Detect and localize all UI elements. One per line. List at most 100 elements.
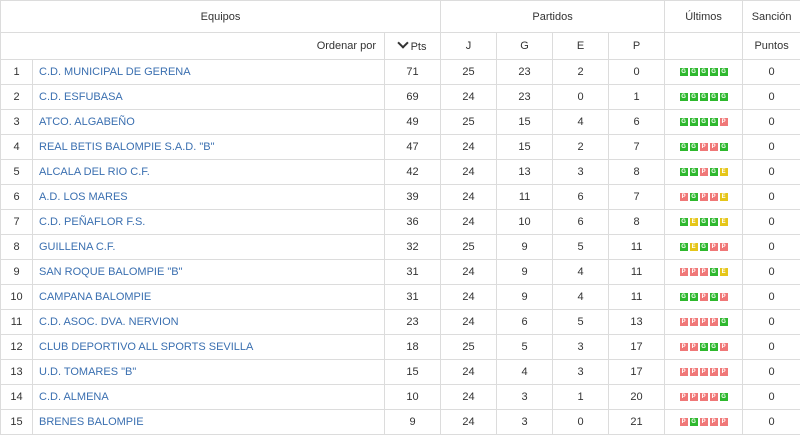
won-cell: 9 [496,234,554,260]
result-badge: G [689,168,698,177]
points-cell: 18 [383,334,442,360]
position-cell: 4 [0,134,33,160]
played-cell: 24 [440,409,498,435]
table-row: 4 REAL BETIS BALOMPIE S.A.D. "B" 47 24 15 2 7 G… [0,134,800,160]
points-cell: 31 [383,259,442,285]
header-puntos: Puntos [742,32,800,60]
header-equipos: Equipos [0,0,442,33]
team-link[interactable]: BRENES BALOMPIE [32,409,385,435]
team-link[interactable]: C.D. ESFUBASA [32,84,385,110]
result-badge: E [689,243,698,252]
team-link[interactable]: A.D. LOS MARES [32,184,385,210]
drawn-cell: 4 [552,284,610,310]
result-badge: E [719,218,728,227]
result-badge: P [709,193,718,202]
sanction-cell: 0 [742,134,800,160]
drawn-cell: 2 [552,59,610,85]
result-badge: P [719,418,728,427]
sanction-cell: 0 [742,409,800,435]
header-g: G [496,32,554,60]
won-cell: 15 [496,109,554,135]
sanction-cell: 0 [742,309,800,335]
sort-label: Ordenar por [0,32,385,60]
result-badge: G [709,68,718,77]
team-link[interactable]: ALCALA DEL RIO C.F. [32,159,385,185]
result-badge: P [689,268,698,277]
table-row: 10 CAMPANA BALOMPIE 31 24 9 4 11 G G P G P 0 [0,284,800,310]
chevron-down-icon [396,37,409,49]
result-badge: E [689,218,698,227]
result-badge: G [679,93,688,102]
position-cell: 13 [0,359,33,385]
lost-cell: 21 [608,409,666,435]
team-link[interactable]: C.D. ASOC. DVA. NERVION [32,309,385,335]
last-results-cell: PPPPG [664,309,744,335]
standings-table: Equipos Partidos Últimos Sanción Ordenar… [0,0,800,435]
header-sancion: Sanción [742,0,800,33]
last-results-cell: PPPPG [664,384,744,410]
played-cell: 24 [440,309,498,335]
team-link[interactable]: GUILLENA C.F. [32,234,385,260]
table-row: 1 C.D. MUNICIPAL DE GERENA 71 25 23 2 0 G G G G G 0 [0,59,800,85]
drawn-cell: 6 [552,209,610,235]
result-badge: P [699,318,708,327]
drawn-cell: 3 [552,334,610,360]
team-link[interactable]: C.D. ALMENA [32,384,385,410]
table-row: 5 ALCALA DEL RIO C.F. 42 24 13 3 8 G G P G E 0 [0,159,800,185]
result-badge: G [699,68,708,77]
header-e: E [552,32,610,60]
played-cell: 24 [440,259,498,285]
result-badge: G [699,93,708,102]
table-row: 14 C.D. ALMENA 10 24 3 1 20 P P P P G 0 [0,384,800,410]
team-link[interactable]: U.D. TOMARES "B" [32,359,385,385]
result-badge: P [709,393,718,402]
result-badge: G [709,293,718,302]
last-results-cell: GGPGP [664,284,744,310]
played-cell: 24 [440,209,498,235]
result-badge: P [699,193,708,202]
last-results-cell: GGGGG [664,59,744,85]
played-cell: 24 [440,159,498,185]
drawn-cell: 5 [552,309,610,335]
result-badge: G [719,68,728,77]
result-badge: P [719,343,728,352]
position-cell: 8 [0,234,33,260]
result-badge: G [689,68,698,77]
last-results-cell: GGPGE [664,159,744,185]
result-badge: P [679,393,688,402]
team-link[interactable]: ATCO. ALGABEÑO [32,109,385,135]
result-badge: P [699,368,708,377]
result-badge: P [679,193,688,202]
header-j: J [440,32,498,60]
result-badge: G [679,118,688,127]
lost-cell: 6 [608,109,666,135]
won-cell: 15 [496,134,554,160]
result-badge: G [679,218,688,227]
team-link[interactable]: SAN ROQUE BALOMPIE "B" [32,259,385,285]
position-cell: 15 [0,409,33,435]
sanction-cell: 0 [742,84,800,110]
position-cell: 11 [0,309,33,335]
sort-pts-button[interactable]: Pts [383,32,442,60]
points-cell: 31 [383,284,442,310]
team-link[interactable]: C.D. PEÑAFLOR F.S. [32,209,385,235]
result-badge: G [719,318,728,327]
won-cell: 3 [496,409,554,435]
table-row: 9 SAN ROQUE BALOMPIE "B" 31 24 9 4 11 P P P G E 0 [0,259,800,285]
points-cell: 39 [383,184,442,210]
team-link[interactable]: CAMPANA BALOMPIE [32,284,385,310]
points-cell: 47 [383,134,442,160]
points-cell: 36 [383,209,442,235]
team-link[interactable]: CLUB DEPORTIVO ALL SPORTS SEVILLA [32,334,385,360]
result-badge: G [689,193,698,202]
result-badge: G [699,118,708,127]
result-badge: P [689,343,698,352]
played-cell: 25 [440,234,498,260]
team-link[interactable]: C.D. MUNICIPAL DE GERENA [32,59,385,85]
last-results-cell: PPPGE [664,259,744,285]
lost-cell: 17 [608,334,666,360]
lost-cell: 17 [608,359,666,385]
team-link[interactable]: REAL BETIS BALOMPIE S.A.D. "B" [32,134,385,160]
result-badge: P [709,243,718,252]
header-p: P [608,32,666,60]
